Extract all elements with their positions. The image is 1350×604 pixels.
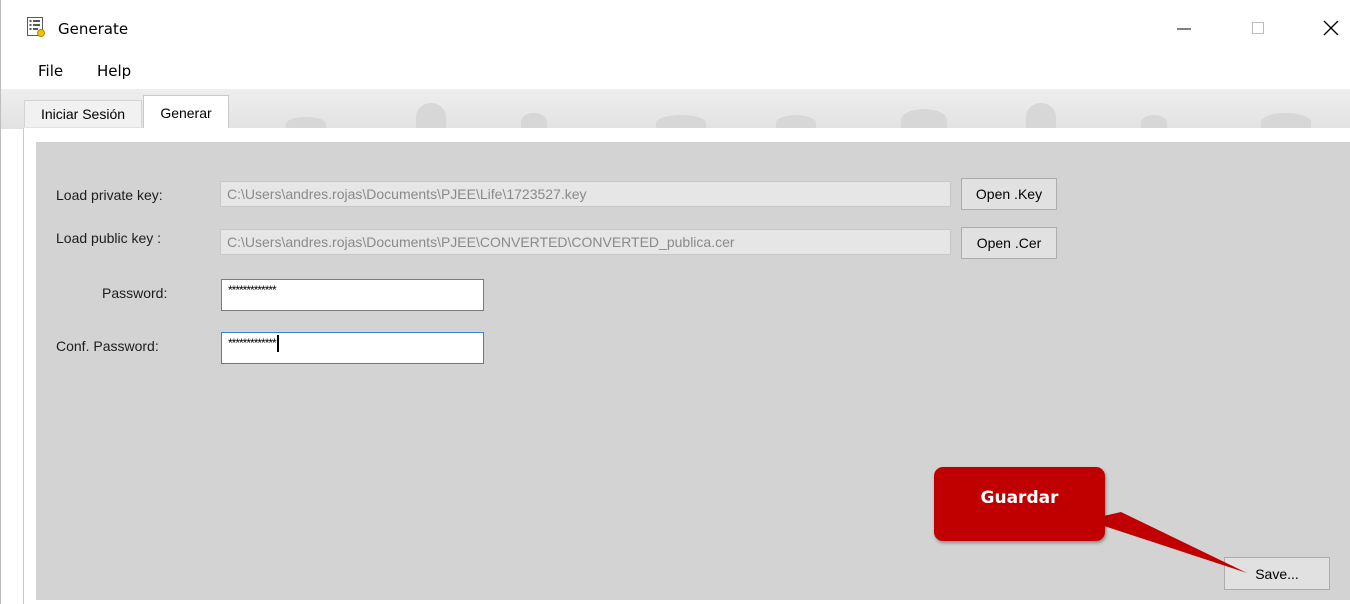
private-key-path-field[interactable]: C:\Users\andres.rojas\Documents\PJEE\Lif… — [220, 181, 951, 207]
guardar-callout: Guardar — [934, 467, 1105, 541]
background-figure — [521, 113, 547, 129]
menu-file[interactable]: File — [34, 62, 67, 80]
tab-strip: Iniciar Sesión Generar — [1, 89, 1350, 129]
open-key-button[interactable]: Open .Key — [961, 178, 1057, 210]
minimize-icon — [1177, 28, 1191, 30]
open-cer-button[interactable]: Open .Cer — [961, 227, 1057, 259]
save-button[interactable]: Save... — [1224, 557, 1330, 590]
background-figure — [1141, 115, 1167, 129]
private-key-label: Load private key: — [56, 187, 163, 203]
password-field[interactable]: ************* — [221, 279, 484, 311]
tab-content: Load private key: C:\Users\andres.rojas\… — [23, 128, 1350, 604]
menu-help[interactable]: Help — [93, 62, 135, 80]
background-figure — [776, 115, 816, 129]
conf-password-field[interactable]: ************* — [221, 332, 484, 364]
title-bar[interactable]: Generate — [1, 0, 1350, 56]
password-label: Password: — [102, 285, 168, 301]
close-button[interactable] — [1308, 8, 1350, 48]
maximize-icon — [1252, 22, 1264, 34]
public-key-path-field[interactable]: C:\Users\andres.rojas\Documents\PJEE\CON… — [220, 229, 951, 255]
window-title: Generate — [58, 20, 129, 38]
background-figure — [656, 115, 706, 129]
public-key-label: Load public key : — [56, 230, 162, 246]
maximize-button[interactable] — [1235, 8, 1281, 48]
tab-iniciar-sesion[interactable]: Iniciar Sesión — [24, 100, 142, 127]
form-icon — [27, 17, 45, 37]
generate-panel: Load private key: C:\Users\andres.rojas\… — [36, 142, 1350, 600]
close-icon — [1323, 20, 1339, 36]
background-figure — [1261, 113, 1311, 129]
minimize-button[interactable] — [1161, 8, 1207, 48]
background-figure — [1026, 103, 1056, 129]
background-figure — [416, 103, 446, 129]
text-caret — [276, 335, 279, 353]
conf-password-value: ************* — [228, 336, 277, 350]
conf-password-label: Conf. Password: — [56, 338, 159, 354]
tab-generar[interactable]: Generar — [143, 95, 229, 129]
callout-text: Guardar — [980, 488, 1059, 508]
generate-window: Generate File Help Iniciar Sesión Genera… — [0, 0, 1350, 604]
menu-bar: File Help — [1, 56, 1350, 88]
background-figure — [901, 109, 947, 129]
